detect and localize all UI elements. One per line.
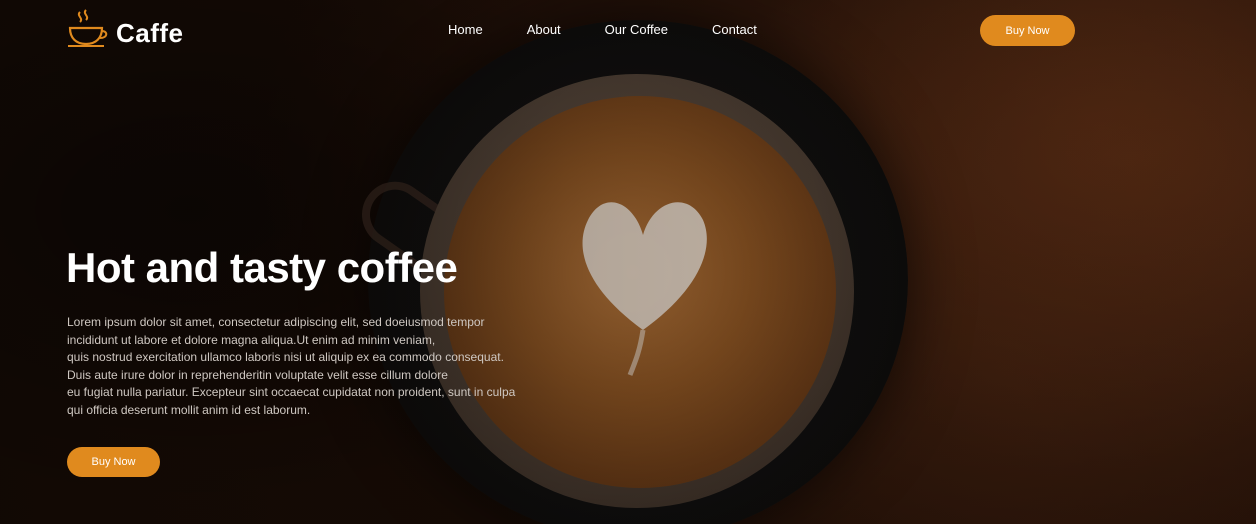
hero-description: Lorem ipsum dolor sit amet, consectetur … — [67, 314, 547, 419]
brand-name: Caffe — [116, 18, 184, 48]
coffee-cup-icon — [66, 8, 110, 48]
header-buy-now-button[interactable]: Buy Now — [980, 15, 1075, 46]
nav-link-about[interactable]: About — [527, 22, 561, 37]
main-menu: Home About Our Coffee Contact — [448, 22, 801, 37]
hero-description-line: eu fugiat nulla pariatur. Excepteur sint… — [67, 385, 516, 399]
hero-description-line: Lorem ipsum dolor sit amet, consectetur … — [67, 315, 485, 329]
hero-description-line: quis nostrud exercitation ullamco labori… — [67, 350, 504, 364]
nav-link-home[interactable]: Home — [448, 22, 483, 37]
nav-link-our-coffee[interactable]: Our Coffee — [605, 22, 668, 37]
hero-title: Hot and tasty coffee — [66, 244, 458, 291]
top-navigation: Caffe Home About Our Coffee Contact Buy … — [0, 0, 1256, 60]
hero-section: Caffe Home About Our Coffee Contact Buy … — [0, 0, 1256, 524]
nav-link-contact[interactable]: Contact — [712, 22, 757, 37]
brand-logo[interactable]: Caffe — [66, 8, 184, 48]
hero-description-line: incididunt ut labore et dolore magna ali… — [67, 332, 436, 347]
hero-description-line: Duis aute irure dolor in reprehenderitin… — [67, 367, 448, 382]
hero-buy-now-button[interactable]: Buy Now — [67, 447, 160, 477]
hero-description-line: qui officia deserunt mollit anim id est … — [67, 402, 311, 417]
